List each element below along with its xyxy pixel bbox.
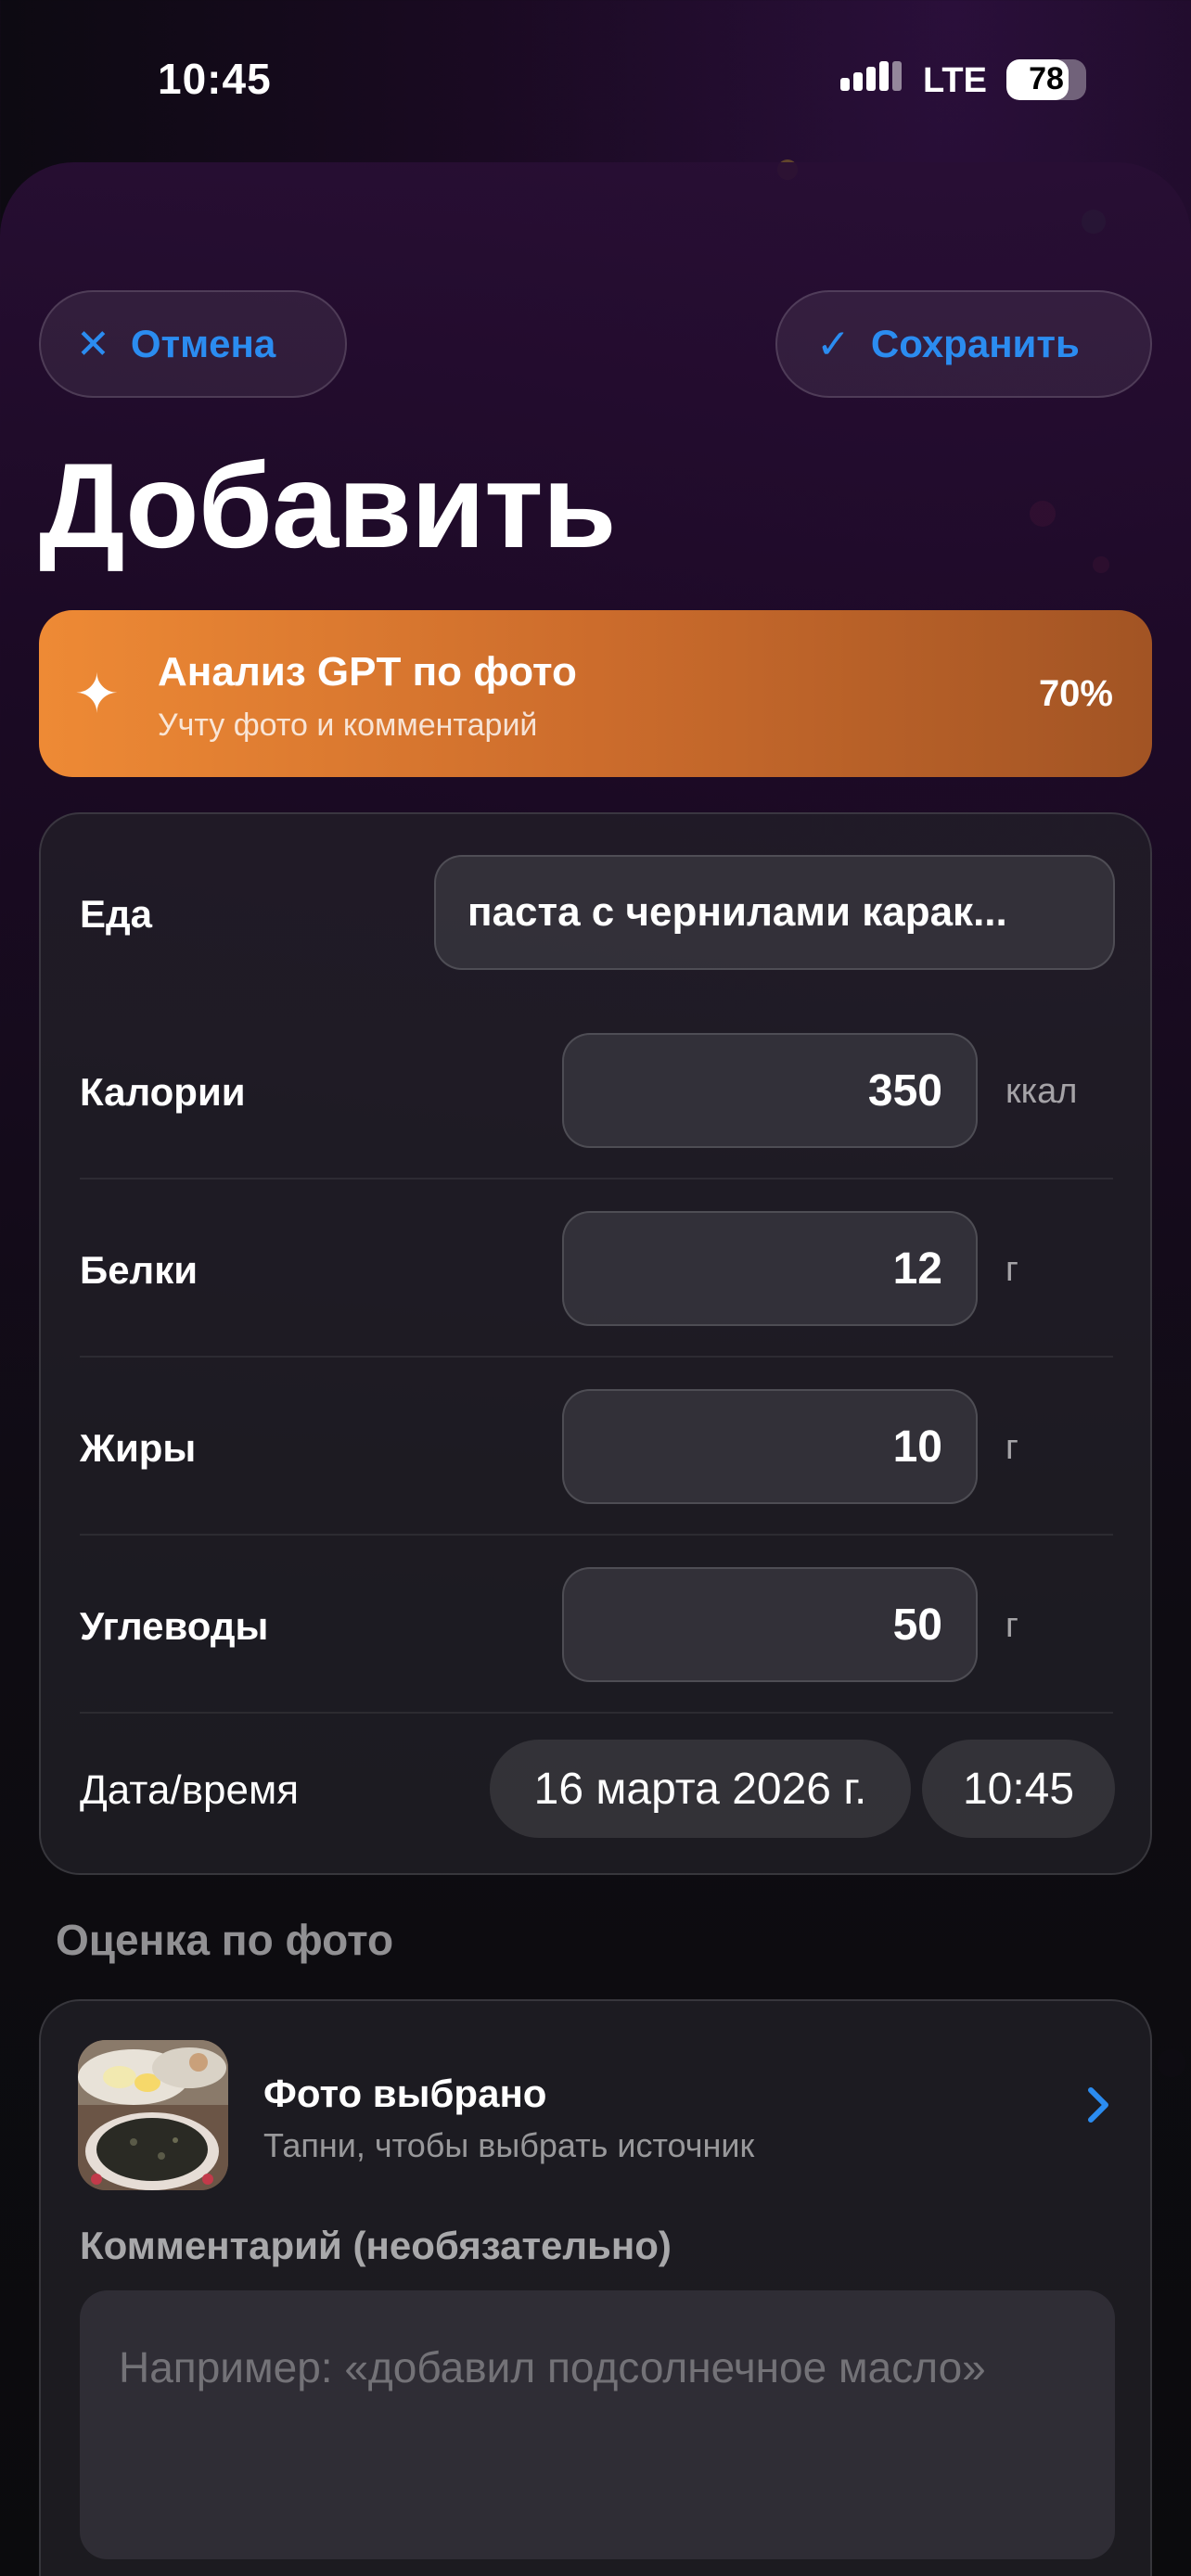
page-title: Добавить xyxy=(39,438,617,573)
close-icon: ✕ xyxy=(76,321,110,367)
battery-icon: 78 xyxy=(1006,59,1086,100)
row-divider xyxy=(80,1534,1113,1536)
fat-unit: г xyxy=(1005,1428,1018,1467)
cancel-label: Отмена xyxy=(130,322,276,365)
photo-assessment-card: Фото выбрано Тапни, чтобы выбрать источн… xyxy=(39,1999,1152,2576)
food-name-field[interactable]: паста с чернилами карак... xyxy=(434,855,1115,970)
checkmark-icon: ✓ xyxy=(816,321,851,367)
save-button[interactable]: ✓ Сохранить xyxy=(775,290,1152,398)
photo-selected-title: Фото выбрано xyxy=(263,2072,547,2115)
row-divider xyxy=(80,1712,1113,1714)
food-photo-thumbnail[interactable] xyxy=(78,2040,228,2190)
row-divider xyxy=(80,1178,1113,1180)
chevron-right-icon[interactable] xyxy=(1085,2086,1113,2123)
protein-field[interactable]: 12 xyxy=(562,1211,978,1326)
gpt-progress-percent: 70% xyxy=(1038,673,1113,714)
food-photo-image xyxy=(78,2040,228,2190)
time-picker[interactable]: 10:45 xyxy=(922,1740,1115,1838)
calories-unit: ккал xyxy=(1005,1072,1078,1111)
row-divider xyxy=(80,1356,1113,1358)
network-type: LTE xyxy=(923,61,987,100)
gpt-analysis-banner[interactable]: ✦ Анализ GPT по фото Учту фото и коммент… xyxy=(39,610,1152,777)
protein-label: Белки xyxy=(80,1248,198,1292)
status-time: 10:45 xyxy=(158,55,272,103)
datetime-label: Дата/время xyxy=(80,1767,300,1813)
sparkles-icon: ✦ xyxy=(74,664,120,724)
save-label: Сохранить xyxy=(870,322,1080,365)
gpt-banner-subtitle: Учту фото и комментарий xyxy=(158,708,538,743)
signal-icon xyxy=(840,61,902,100)
fat-field[interactable]: 10 xyxy=(562,1389,978,1504)
fat-label: Жиры xyxy=(80,1426,197,1470)
photo-selected-subtitle: Тапни, чтобы выбрать источник xyxy=(263,2126,755,2164)
carbs-field[interactable]: 50 xyxy=(562,1567,978,1682)
comment-label: Комментарий (необязательно) xyxy=(80,2224,672,2267)
comment-input[interactable] xyxy=(80,2290,1115,2559)
protein-unit: г xyxy=(1005,1250,1018,1289)
photo-section-title: Оценка по фото xyxy=(56,1916,394,1964)
nutrition-form-card: Еда паста с чернилами карак... Калории 3… xyxy=(39,812,1152,1875)
carbs-unit: г xyxy=(1005,1606,1018,1645)
battery-level: 78 xyxy=(1029,61,1064,96)
date-picker[interactable]: 16 марта 2026 г. xyxy=(490,1740,911,1838)
carbs-label: Углеводы xyxy=(80,1604,269,1648)
calories-label: Калории xyxy=(80,1070,246,1114)
calories-field[interactable]: 350 xyxy=(562,1033,978,1148)
gpt-banner-title: Анализ GPT по фото xyxy=(158,649,577,695)
food-label: Еда xyxy=(80,892,153,936)
cancel-button[interactable]: ✕ Отмена xyxy=(39,290,347,398)
